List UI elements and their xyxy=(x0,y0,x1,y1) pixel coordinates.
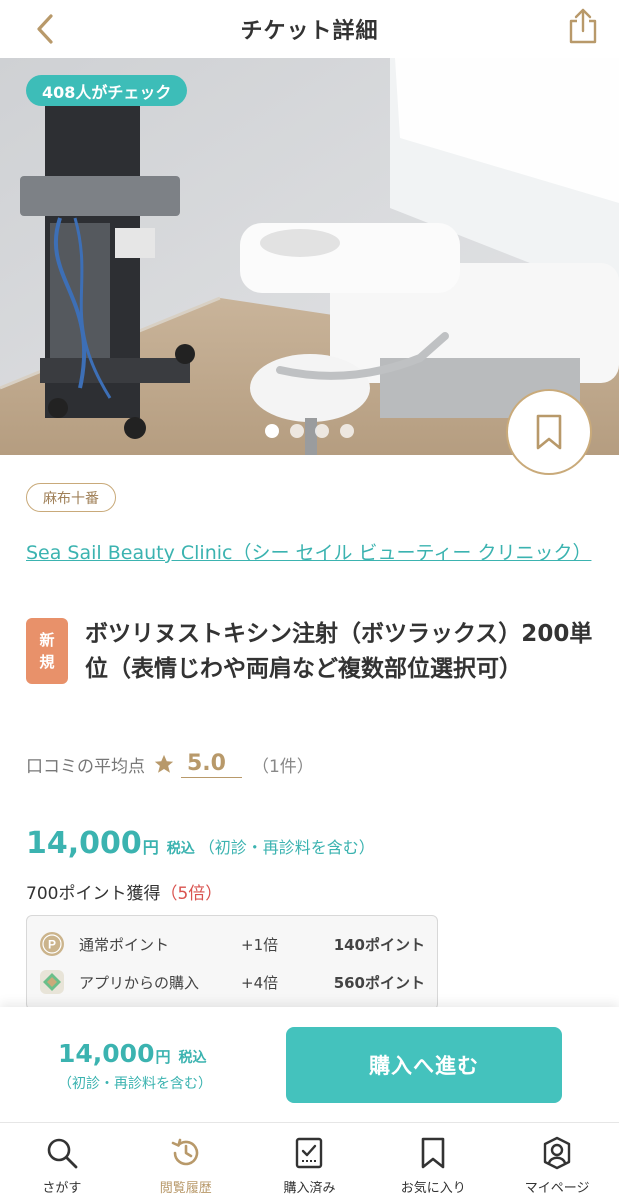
price-tax-label: 税込 xyxy=(166,841,195,857)
points-row-amount: 140ポイント xyxy=(333,935,425,954)
bottom-nav: さがす 閲覧履歴 購入済み お気に入り マイページ xyxy=(0,1122,619,1200)
back-button[interactable] xyxy=(22,6,68,52)
points-row-rate: +1倍 xyxy=(241,935,279,954)
bar-price-amount: 14,000 xyxy=(58,1039,155,1068)
purchase-bar: 14,000 円 税込 （初診・再診料を含む） 購入へ進む xyxy=(0,1007,619,1122)
nav-item-search[interactable]: さがす xyxy=(0,1123,124,1200)
app-header: チケット詳細 xyxy=(0,0,619,58)
proceed-to-purchase-button[interactable]: 購入へ進む xyxy=(286,1027,562,1103)
nav-label: お気に入り xyxy=(400,1181,466,1196)
points-row-amount: 560ポイント xyxy=(333,973,425,992)
share-icon xyxy=(569,8,597,44)
nav-label: 購入済み xyxy=(283,1181,336,1196)
bookmark-icon xyxy=(415,1135,451,1171)
carousel-dot[interactable] xyxy=(290,424,304,438)
carousel-dot[interactable] xyxy=(265,424,279,438)
bookmark-icon xyxy=(536,414,562,450)
price-amount: 14,000 xyxy=(26,826,142,861)
points-multiplier: （5倍） xyxy=(160,884,223,904)
point-coin-icon: P xyxy=(37,929,67,959)
points-breakdown: P 通常ポイント +1倍 140ポイント アプリからの購入 +4倍 560ポイン… xyxy=(26,915,438,1010)
clinic-name-link[interactable]: Sea Sail Beauty Clinic（シー セイル ビューティー クリニ… xyxy=(26,540,591,567)
nav-item-favorites[interactable]: お気に入り xyxy=(371,1123,495,1200)
bar-price-note: （初診・再診料を含む） xyxy=(58,1076,212,1092)
bookmark-button[interactable] xyxy=(506,389,592,475)
price-row: 14,000 円 税込 （初診・再診料を含む） xyxy=(26,826,375,861)
svg-text:P: P xyxy=(48,938,56,952)
nav-label: さがす xyxy=(42,1181,82,1196)
points-row-label: アプリからの購入 xyxy=(79,973,200,992)
price-yen: 円 xyxy=(142,838,159,857)
star-icon xyxy=(153,753,175,775)
user-icon xyxy=(539,1135,575,1171)
carousel-dot[interactable] xyxy=(340,424,354,438)
rating-row: 口コミの平均点 5.0 （1件） xyxy=(26,749,314,779)
share-button[interactable] xyxy=(561,4,605,48)
carousel-dot[interactable] xyxy=(315,424,329,438)
app-icon xyxy=(37,967,67,997)
nav-item-purchased[interactable]: 購入済み xyxy=(248,1123,372,1200)
search-icon xyxy=(44,1135,80,1171)
bar-price-yen: 円 xyxy=(155,1048,171,1066)
ticket-title: ボツリヌストキシン注射（ボツラックス）200単位（表情じわや両肩など複数部位選択… xyxy=(85,621,593,682)
nav-label: マイページ xyxy=(524,1181,590,1196)
points-earned: 700ポイント獲得 xyxy=(26,884,161,904)
nav-label: 閲覧履歴 xyxy=(159,1181,212,1196)
bar-price-tax: 税込 xyxy=(178,1050,207,1066)
points-earned-row: 700ポイント獲得（5倍） xyxy=(26,879,222,904)
nav-item-mypage[interactable]: マイページ xyxy=(495,1123,619,1200)
rating-score-link[interactable]: 5.0 xyxy=(181,750,242,778)
price-note: （初診・再診料を含む） xyxy=(198,838,375,857)
area-tag[interactable]: 麻布十番 xyxy=(26,483,116,512)
check-count-badge: 408人がチェック xyxy=(26,75,188,106)
points-row-rate: +4倍 xyxy=(241,973,279,992)
rating-label: 口コミの平均点 xyxy=(26,756,145,777)
history-icon xyxy=(168,1135,204,1171)
new-badge: 新規 xyxy=(26,618,68,684)
points-row-label: 通常ポイント xyxy=(79,935,170,954)
purchased-icon xyxy=(291,1135,327,1171)
nav-item-history[interactable]: 閲覧履歴 xyxy=(124,1123,248,1200)
chevron-left-icon xyxy=(37,14,53,44)
page-title: チケット詳細 xyxy=(240,19,379,44)
points-row-normal: P 通常ポイント +1倍 140ポイント xyxy=(27,926,437,962)
bar-price: 14,000 円 税込 xyxy=(58,1039,207,1068)
review-count: （1件） xyxy=(251,756,314,777)
points-row-app: アプリからの購入 +4倍 560ポイント xyxy=(27,964,437,1000)
